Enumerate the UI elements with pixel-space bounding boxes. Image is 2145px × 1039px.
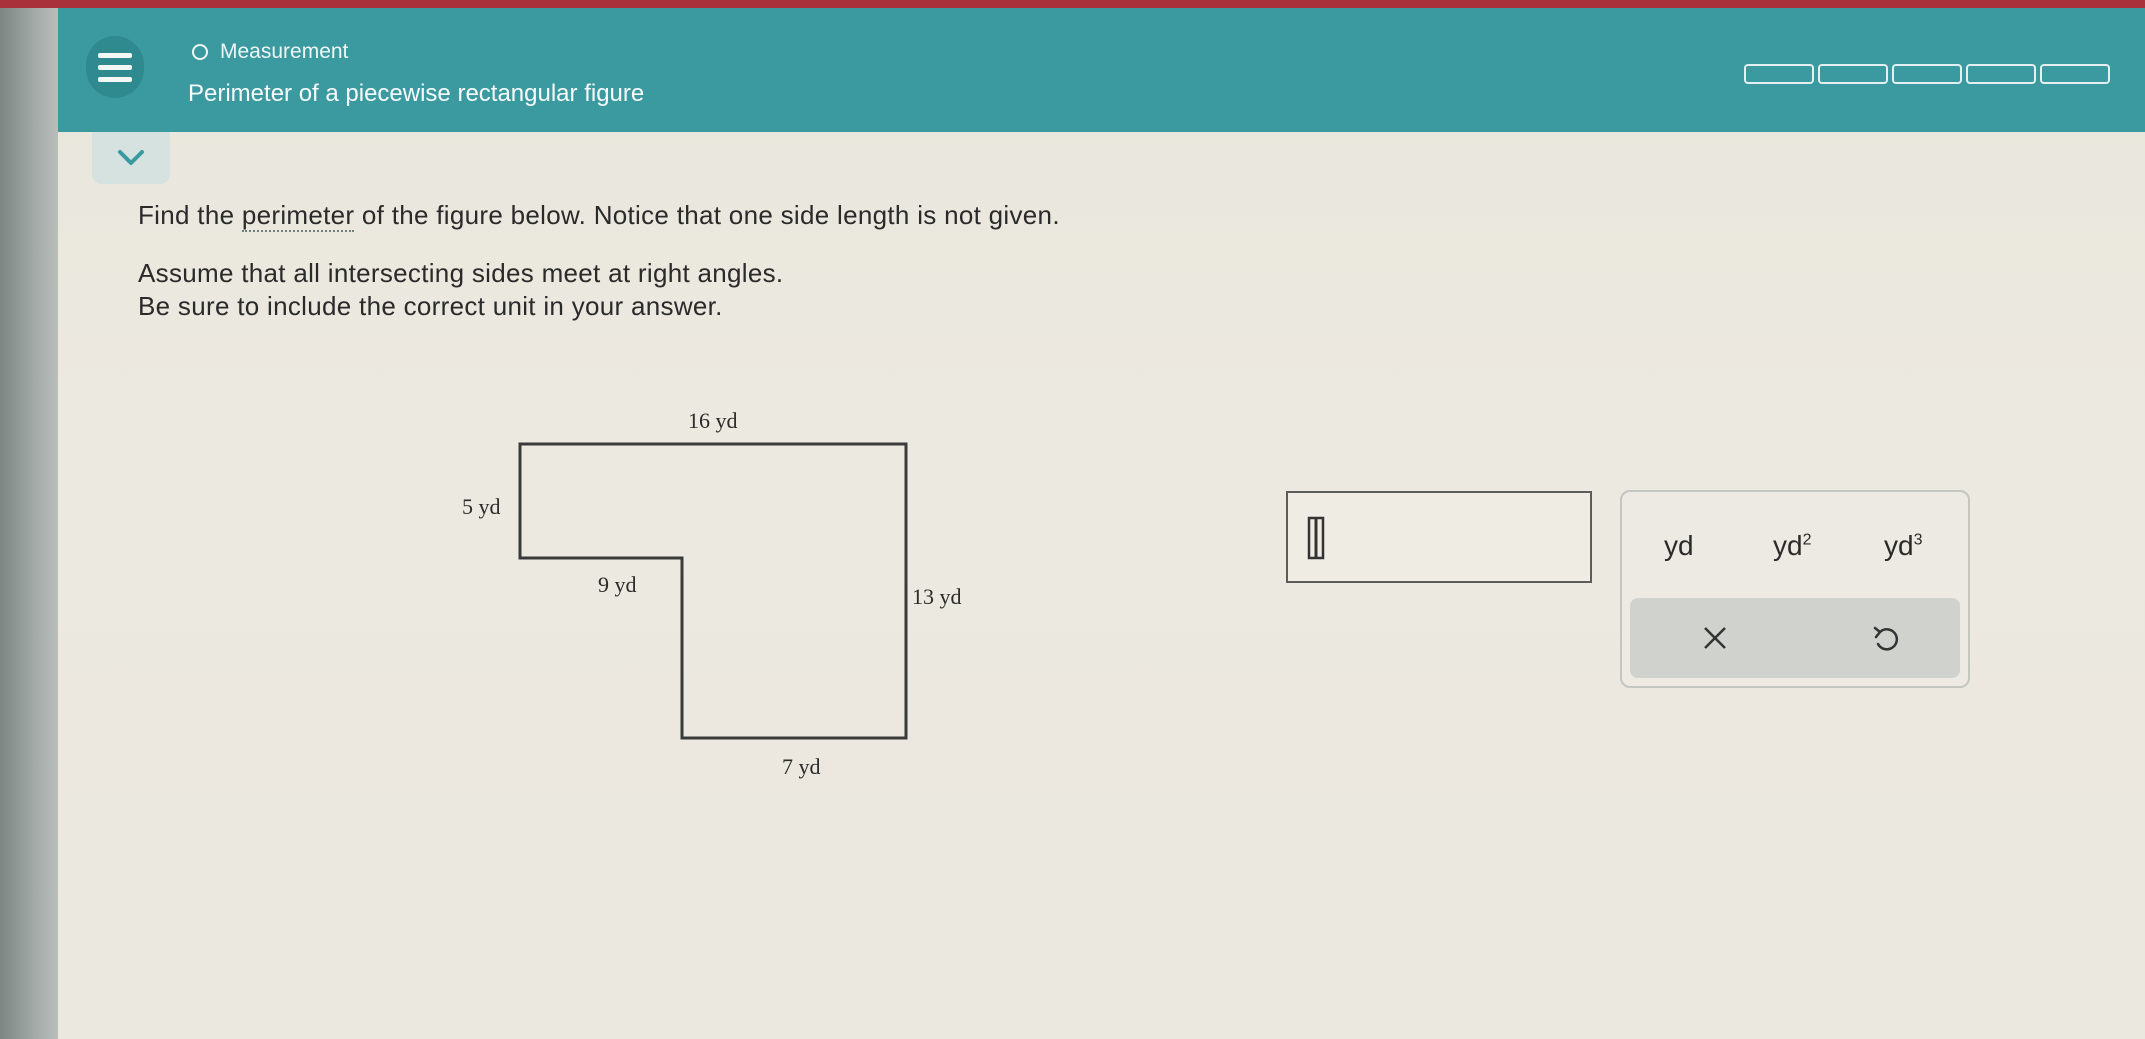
progress-segment — [1892, 64, 1962, 84]
label-left: 5 yd — [462, 494, 501, 519]
question-line-3: Be sure to include the correct unit in y… — [138, 291, 723, 321]
menu-icon — [98, 52, 132, 58]
unit-yd3-button[interactable]: yd3 — [1884, 530, 1922, 562]
collapse-button[interactable] — [92, 132, 170, 184]
progress-segment — [1744, 64, 1814, 84]
label-inner-horizontal: 9 yd — [598, 572, 637, 597]
topic-label: Measurement — [220, 40, 349, 63]
undo-icon — [1873, 626, 1899, 651]
perimeter-link[interactable]: perimeter — [241, 200, 355, 232]
circle-icon — [192, 44, 208, 60]
question-line-2: Assume that all intersecting sides meet … — [138, 258, 784, 288]
undo-button[interactable] — [1855, 612, 1915, 664]
l-shaped-figure: 16 yd 5 yd 9 yd 13 yd 7 yd — [462, 408, 962, 788]
progress-segment — [1966, 64, 2036, 84]
topic-breadcrumb: Measurement — [192, 40, 348, 64]
question-line-1: Find the perimeter of the figure below. … — [138, 200, 1060, 232]
progress-segment — [1818, 64, 1888, 84]
screen: Measurement Perimeter of a piecewise rec… — [58, 8, 2145, 1039]
header-bar: Measurement Perimeter of a piecewise rec… — [58, 8, 2145, 132]
top-strip — [0, 0, 2145, 8]
progress-bar — [1744, 64, 2110, 84]
chevron-down-icon — [118, 150, 144, 165]
label-bottom: 7 yd — [782, 754, 821, 779]
label-top: 16 yd — [688, 408, 738, 433]
action-row — [1630, 598, 1960, 678]
page-title: Perimeter of a piecewise rectangular fig… — [188, 80, 645, 107]
unit-yd-button[interactable]: yd — [1664, 530, 1694, 562]
x-icon — [1704, 627, 1726, 649]
menu-button[interactable] — [86, 36, 144, 98]
unit-keypad: yd yd2 yd3 — [1620, 490, 1970, 688]
left-bezel — [0, 8, 58, 1039]
text-cursor-icon — [1307, 516, 1325, 560]
label-right: 13 yd — [912, 584, 962, 609]
figure-outline — [518, 442, 908, 740]
clear-button[interactable] — [1685, 612, 1745, 664]
answer-input[interactable] — [1286, 491, 1592, 583]
unit-yd2-button[interactable]: yd2 — [1773, 530, 1811, 562]
progress-segment — [2040, 64, 2110, 84]
